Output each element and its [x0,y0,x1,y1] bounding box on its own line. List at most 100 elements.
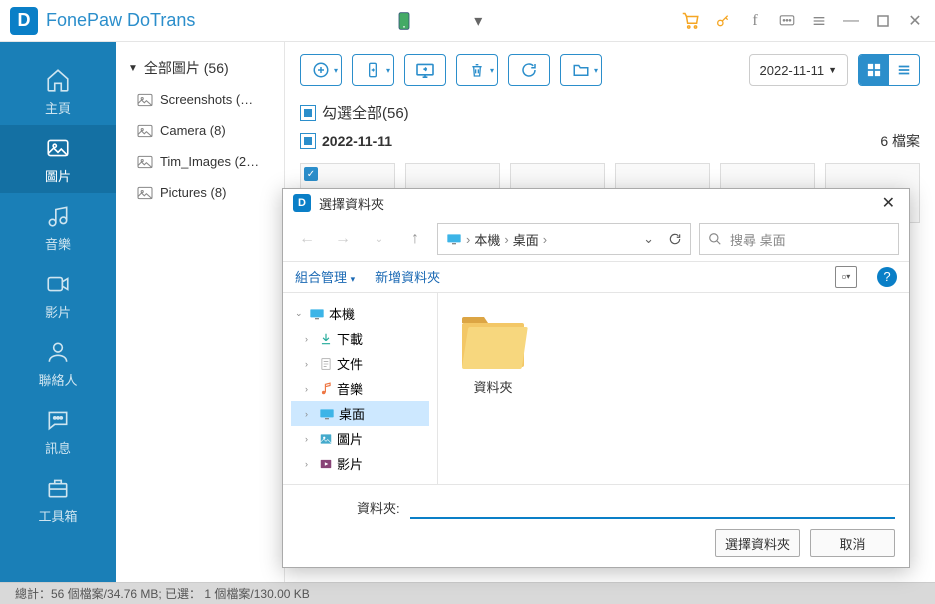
tree-node-downloads[interactable]: › 下載 [291,326,429,351]
close-icon[interactable]: ✕ [905,11,925,31]
breadcrumb-chevron-icon[interactable]: ⌄ [643,231,654,247]
dialog-title: 選擇資料夾 [319,194,870,213]
date-picker[interactable]: 2022-11-11▼ [749,54,849,86]
select-all-row[interactable]: 勾選全部(56) [300,98,920,127]
picture-icon [319,432,333,446]
tree-node-videos[interactable]: › 影片 [291,451,429,476]
folder-large-icon [458,313,528,371]
tree-node-label: 本機 [329,304,355,323]
folder-item-label: Tim_Images (2… [160,154,259,169]
back-button[interactable]: ← [293,225,321,253]
date-group-row[interactable]: 2022-11-11 6 檔案 [300,127,920,155]
image-folder-icon [136,124,154,138]
folder-item[interactable]: Screenshots (… [116,84,284,115]
folder-tree-header-label: 全部圖片 (56) [144,58,229,78]
device-selector[interactable] [394,11,414,31]
cart-icon[interactable] [681,11,701,31]
tree-node-pictures[interactable]: › 圖片 [291,426,429,451]
folder-name-input[interactable] [410,495,895,519]
nav-photos-label: 圖片 [45,166,71,185]
status-bar: 總計：56 個檔案/34.76 MB; 已選： 1 個檔案/130.00 KB [0,582,935,604]
tree-node-pc[interactable]: ⌄ 本機 [291,301,429,326]
folder-item[interactable]: Camera (8) [116,115,284,146]
search-box[interactable]: 搜尋 桌面 [699,223,899,255]
maximize-icon[interactable] [873,11,893,31]
tree-node-label: 下載 [337,329,363,348]
export-to-device-button[interactable]: ▾ [352,54,394,86]
tree-node-documents[interactable]: › 文件 [291,351,429,376]
file-count-label: 6 檔案 [880,131,920,151]
dialog-close-button[interactable]: ✕ [878,193,899,213]
download-icon [319,332,333,346]
nav-videos[interactable]: 影片 [0,261,116,329]
dialog-nav: ← → ⌄ ↑ › 本機 › 桌面 › ⌄ 搜尋 桌面 [283,218,909,261]
organize-button[interactable]: 組合管理 ▾ [295,267,355,286]
image-folder-icon [136,186,154,200]
folder-tile-label: 資料夾 [473,377,512,396]
add-button[interactable]: ▾ [300,54,342,86]
tree-node-music[interactable]: › 音樂 [291,376,429,401]
grid-view-button[interactable] [859,55,889,85]
folder-picker-dialog: D 選擇資料夾 ✕ ← → ⌄ ↑ › 本機 › 桌面 › ⌄ 搜尋 桌面 組合… [282,188,910,568]
pc-icon [309,308,325,320]
nav-toolbox-label: 工具箱 [38,506,77,525]
search-placeholder: 搜尋 桌面 [730,230,786,249]
checkbox-partial-icon[interactable] [300,105,316,121]
dialog-titlebar: D 選擇資料夾 ✕ [283,189,909,218]
folder-tree-header[interactable]: ▼ 全部圖片 (56) [116,52,284,84]
cancel-button[interactable]: 取消 [810,529,895,557]
dialog-toolbar: 組合管理 ▾ 新增資料夾 ▫ ▾ ? [283,261,909,293]
facebook-icon[interactable]: f [745,11,765,31]
folder-button[interactable]: ▾ [560,54,602,86]
nav-toolbox[interactable]: 工具箱 [0,465,116,533]
nav-home[interactable]: 主頁 [0,57,116,125]
recent-chevron-icon[interactable]: ⌄ [365,225,393,253]
contacts-icon [44,338,72,366]
nav-contacts[interactable]: 聯絡人 [0,329,116,397]
nav-music[interactable]: 音樂 [0,193,116,261]
image-folder-icon [136,93,154,107]
collapse-arrow-icon: ▼ [128,63,138,74]
view-options-button[interactable]: ▫ ▾ [835,266,857,288]
nav-photos[interactable]: 圖片 [0,125,116,193]
toolbox-icon [44,474,72,502]
folder-item[interactable]: Pictures (8) [116,177,284,208]
new-folder-button[interactable]: 新增資料夾 [375,267,440,286]
nav-home-label: 主頁 [45,98,71,117]
refresh-icon[interactable] [668,232,682,246]
folder-tile[interactable]: 資料夾 [458,313,528,396]
nav-videos-label: 影片 [45,302,71,321]
key-icon[interactable] [713,11,733,31]
forward-button[interactable]: → [329,225,357,253]
folder-item-label: Camera (8) [160,123,226,138]
file-pane[interactable]: 資料夾 [438,293,909,484]
export-to-pc-button[interactable] [404,54,446,86]
up-button[interactable]: ↑ [401,225,429,253]
folder-item[interactable]: Tim_Images (2… [116,146,284,177]
image-folder-icon [136,155,154,169]
nav-messages[interactable]: 訊息 [0,397,116,465]
sidebar-nav: 主頁 圖片 音樂 影片 聯絡人 訊息 工具箱 [0,42,116,582]
delete-button[interactable]: ▾ [456,54,498,86]
refresh-button[interactable] [508,54,550,86]
tree-pane: ⌄ 本機 › 下載 › 文件 › 音樂 › 桌面 [283,293,438,484]
select-all-label: 勾選全部(56) [322,102,409,123]
app-logo: D [10,7,38,35]
checkbox-partial-icon[interactable] [300,133,316,149]
tree-node-desktop[interactable]: › 桌面 [291,401,429,426]
phone-icon [394,11,414,31]
menu-icon[interactable] [809,11,829,31]
breadcrumb[interactable]: › 本機 › 桌面 › ⌄ [437,223,691,255]
device-dropdown-chevron[interactable]: ▾ [474,11,482,31]
home-icon [44,66,72,94]
list-view-button[interactable] [889,55,919,85]
music-icon [44,202,72,230]
dialog-footer: 資料夾: 選擇資料夾 取消 [283,484,909,567]
music-icon [319,382,333,396]
minimize-icon[interactable]: — [841,11,861,31]
feedback-icon[interactable] [777,11,797,31]
help-button[interactable]: ? [877,267,897,287]
folder-item-label: Pictures (8) [160,185,226,200]
select-folder-button[interactable]: 選擇資料夾 [715,529,800,557]
photo-icon [44,134,72,162]
